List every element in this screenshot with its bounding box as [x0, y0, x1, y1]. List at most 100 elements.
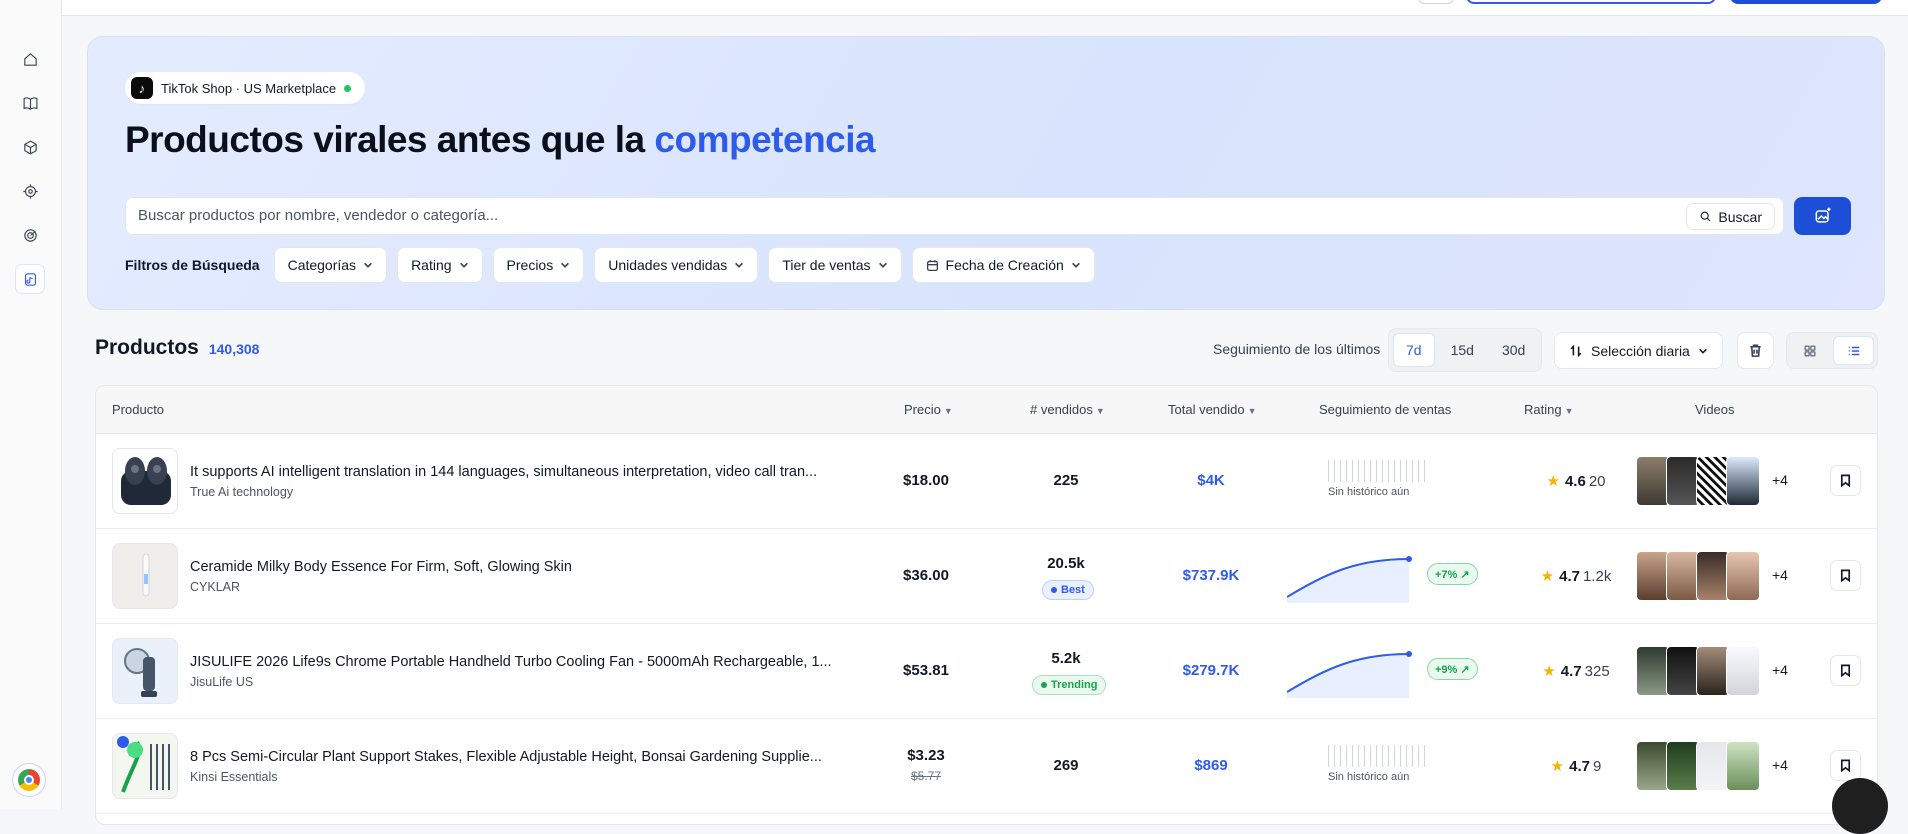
products-count: 140,308 — [208, 341, 260, 357]
page-title: Productos virales antes que la competenc… — [125, 119, 876, 160]
period-15d[interactable]: 15d — [1439, 333, 1486, 367]
bookmark-button[interactable] — [1830, 655, 1861, 686]
period-selector: 7d 15d 30d — [1388, 328, 1543, 372]
filter-fecha-creacion[interactable]: Fecha de Creación — [911, 247, 1095, 283]
home-icon[interactable] — [15, 44, 45, 74]
period-7d[interactable]: 7d — [1393, 333, 1435, 367]
filter-unidades-vendidas[interactable]: Unidades vendidas — [594, 247, 759, 283]
product-price: $53.81 — [903, 662, 949, 679]
bookmark-icon — [1840, 664, 1851, 677]
table-row[interactable]: 8 Pcs Semi-Circular Plant Support Stakes… — [96, 719, 1877, 814]
bookmark-button[interactable] — [1830, 750, 1861, 781]
sales-sparkline — [1287, 556, 1412, 603]
video-thumbnails[interactable] — [1636, 741, 1760, 791]
period-30d[interactable]: 30d — [1490, 333, 1537, 367]
clear-button[interactable] — [1737, 332, 1774, 369]
chevron-down-icon — [878, 262, 887, 268]
star-icon: ★ — [1550, 758, 1565, 775]
grid-icon — [1803, 344, 1816, 357]
video-thumbnails[interactable] — [1636, 646, 1760, 696]
product-price: $18.00 — [903, 472, 949, 489]
tiktok-products-icon[interactable] — [15, 264, 45, 294]
product-price: $3.23 — [907, 747, 945, 764]
radar-icon[interactable] — [15, 220, 45, 250]
product-rating: ★ 4.6 20 — [1546, 473, 1606, 490]
product-seller[interactable]: CYKLAR — [190, 580, 240, 594]
col-rating[interactable]: Rating ▼ — [1524, 402, 1574, 417]
sidebar — [0, 0, 62, 809]
filter-tier-ventas[interactable]: Tier de ventas — [768, 247, 902, 283]
product-old-price: $5.77 — [910, 769, 942, 783]
product-name[interactable]: 8 Pcs Semi-Circular Plant Support Stakes… — [190, 749, 850, 765]
chevron-down-icon — [561, 262, 570, 268]
image-search-button[interactable] — [1794, 197, 1851, 235]
col-total[interactable]: Total vendido ▼ — [1168, 402, 1257, 417]
col-sold[interactable]: # vendidos ▼ — [1030, 402, 1105, 417]
videos-more[interactable]: +4 — [1772, 662, 1788, 678]
product-name[interactable]: It supports AI intelligent translation i… — [190, 464, 850, 480]
videos-more[interactable]: +4 — [1772, 567, 1788, 583]
search-icon — [1701, 211, 1711, 222]
chrome-extension-icon[interactable] — [12, 763, 46, 797]
sales-tracking-empty: Sin histórico aún — [1328, 745, 1438, 783]
product-thumbnail[interactable] — [112, 543, 178, 609]
search-button[interactable]: Buscar — [1686, 203, 1775, 230]
view-toggle — [1786, 332, 1878, 369]
filter-rating[interactable]: Rating — [397, 247, 483, 283]
product-thumbnail[interactable] — [112, 448, 178, 514]
topbar-outline-button[interactable] — [1466, 0, 1716, 4]
topbar-primary-button[interactable] — [1730, 0, 1882, 4]
bookmark-button[interactable] — [1830, 465, 1861, 496]
star-icon: ★ — [1546, 473, 1560, 490]
chat-avatar[interactable] — [1832, 778, 1888, 834]
book-icon[interactable] — [15, 88, 45, 118]
chevron-down-icon — [735, 262, 744, 268]
video-thumbnails[interactable] — [1636, 456, 1760, 506]
product-seller[interactable]: True Ai technology — [190, 485, 293, 499]
bookmark-button[interactable] — [1830, 560, 1861, 591]
product-total: $279.7K — [1182, 662, 1240, 679]
products-title: Productos — [95, 336, 199, 359]
col-videos: Videos — [1695, 402, 1735, 417]
sales-tracking-empty: Sin histórico aún — [1328, 460, 1438, 498]
table-row[interactable]: JISULIFE 2026 Life9s Chrome Portable Han… — [96, 624, 1877, 719]
product-total: $4K — [1197, 472, 1225, 489]
videos-more[interactable]: +4 — [1772, 472, 1788, 488]
col-price[interactable]: Precio ▼ — [904, 402, 953, 417]
tracking-label: Seguimiento de los últimos — [1213, 341, 1381, 357]
filter-precios[interactable]: Precios — [492, 247, 585, 283]
filters-bar: Filtros de Búsqueda Categorías Rating Pr… — [125, 247, 1095, 283]
marketplace-pill: ♪ TikTok Shop · US Marketplace — [125, 72, 366, 104]
product-sold: 20.5k — [1047, 555, 1085, 572]
grid-view-button[interactable] — [1790, 336, 1829, 365]
table-row[interactable]: Ceramide Milky Body Essence For Firm, So… — [96, 529, 1877, 624]
trend-percent: +9% ↗ — [1427, 658, 1478, 680]
star-icon: ★ — [1540, 568, 1555, 585]
sort-select[interactable]: Selección diaria — [1554, 332, 1723, 369]
table-row[interactable]: It supports AI intelligent translation i… — [96, 434, 1877, 529]
box-icon[interactable] — [15, 132, 45, 162]
product-seller[interactable]: JisuLife US — [190, 675, 253, 689]
product-thumbnail[interactable] — [112, 638, 178, 704]
product-sold: 225 — [1053, 472, 1079, 489]
product-seller[interactable]: Kinsi Essentials — [190, 770, 278, 784]
product-name[interactable]: JISULIFE 2026 Life9s Chrome Portable Han… — [190, 654, 850, 670]
badge-best: Best — [1042, 580, 1094, 600]
topbar-icon-button[interactable] — [1418, 0, 1454, 4]
target-icon[interactable] — [15, 176, 45, 206]
search-input[interactable] — [138, 207, 1518, 224]
page-title-accent: competencia — [654, 119, 876, 160]
product-rating: ★ 4.7 9 — [1550, 758, 1602, 775]
search-box: Buscar — [125, 197, 1784, 235]
filter-categorias[interactable]: Categorías — [273, 247, 388, 283]
product-name[interactable]: Ceramide Milky Body Essence For Firm, So… — [190, 559, 850, 575]
star-icon: ★ — [1542, 663, 1556, 680]
videos-more[interactable]: +4 — [1772, 757, 1788, 773]
sales-sparkline — [1287, 651, 1412, 698]
list-view-button[interactable] — [1833, 336, 1874, 365]
bookmark-icon — [1840, 569, 1851, 582]
video-thumbnails[interactable] — [1636, 551, 1760, 601]
marketplace-label: TikTok Shop · US Marketplace — [161, 80, 337, 96]
product-thumbnail[interactable] — [112, 733, 178, 799]
chevron-down-icon — [1071, 262, 1080, 268]
